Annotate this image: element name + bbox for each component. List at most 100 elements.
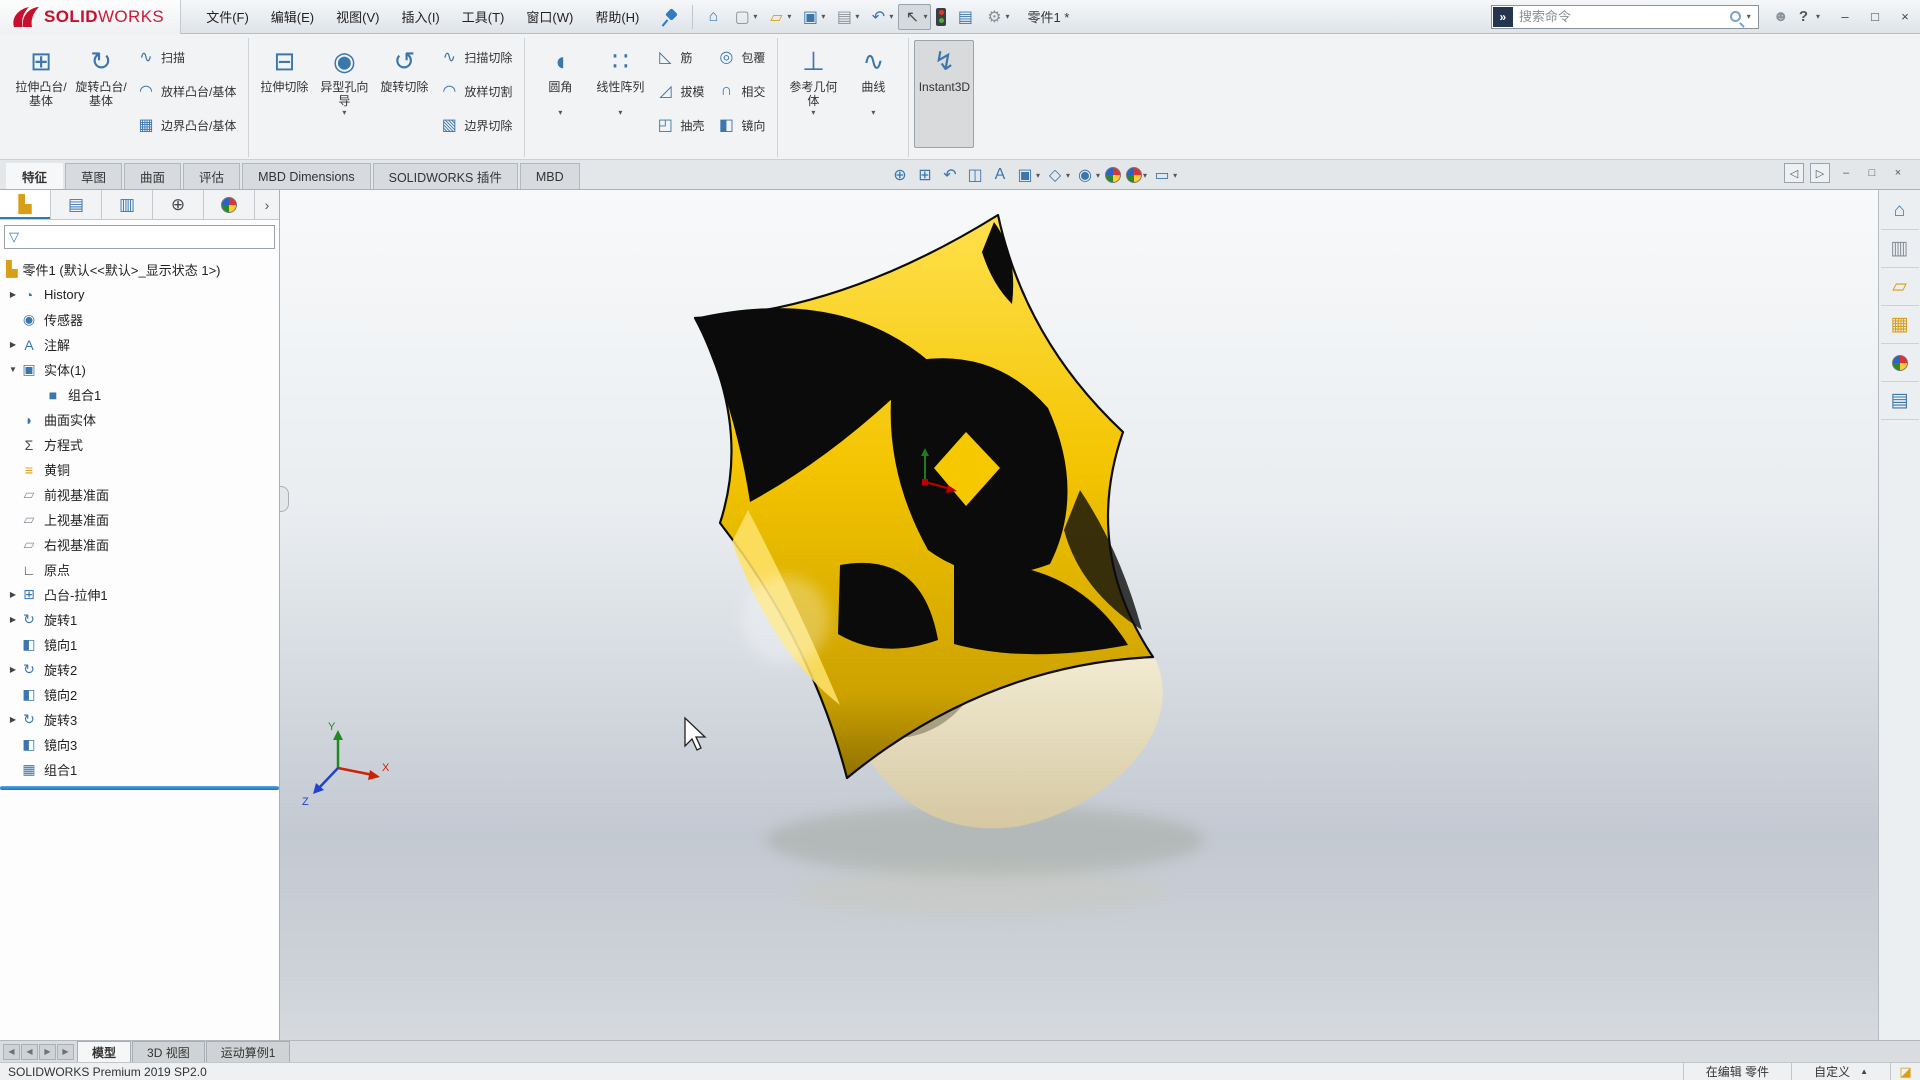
help-button[interactable]: ? xyxy=(1795,8,1812,25)
restore-button[interactable]: □ xyxy=(1860,4,1890,30)
curves-button[interactable]: ∿ 曲线 ▾ xyxy=(843,40,903,148)
hide-show-items-button[interactable]: ◉ ▾ xyxy=(1073,163,1102,187)
hole-wizard-button[interactable]: ◉ 异型孔向导 ▾ xyxy=(314,40,374,148)
file-explorer-tab[interactable]: ▱ xyxy=(1880,268,1919,306)
tab-surfaces[interactable]: 曲面 xyxy=(124,163,182,189)
panel-tabs-expand-button[interactable]: › xyxy=(255,190,279,219)
expand-arrow-icon[interactable]: ▶ xyxy=(6,665,20,674)
close-button[interactable]: × xyxy=(1890,4,1920,30)
tab-mbd-dimensions[interactable]: MBD Dimensions xyxy=(242,163,371,189)
print-button[interactable]: ▤ ▾ xyxy=(830,4,863,30)
intersect-button[interactable]: ∩ 相交 xyxy=(713,74,772,108)
zoom-to-fit-button[interactable]: ⊕ xyxy=(888,163,912,187)
combine1-body-item[interactable]: ■ 组合1 xyxy=(0,382,279,407)
units-selector[interactable]: 自定义 ▲ xyxy=(1791,1063,1890,1080)
previous-view-button[interactable]: ↶ xyxy=(938,163,962,187)
equations-item[interactable]: Σ 方程式 xyxy=(0,432,279,457)
open-button[interactable]: ▱ ▾ xyxy=(762,4,795,30)
home-button[interactable]: ⌂ xyxy=(699,4,727,30)
reference-geometry-button[interactable]: ⊥ 参考几何体 ▾ xyxy=(783,40,843,148)
appearances-tab[interactable] xyxy=(1880,344,1919,382)
draft-button[interactable]: ◿ 拔模 xyxy=(652,74,711,108)
revolve2-item[interactable]: ▶ ↻ 旋转2 xyxy=(0,657,279,682)
minimize-button[interactable]: – xyxy=(1830,4,1860,30)
menu-window[interactable]: 窗口(W) xyxy=(515,0,584,33)
new-document-button[interactable]: ▢ ▾ xyxy=(728,4,761,30)
instant3d-button[interactable]: ↯ Instant3D xyxy=(914,40,975,148)
command-search-box[interactable]: » ▾ xyxy=(1490,4,1759,29)
view-palette-tab[interactable]: ▦ xyxy=(1880,306,1919,344)
expand-arrow-icon[interactable]: ▶ xyxy=(6,290,20,299)
revolve1-item[interactable]: ▶ ↻ 旋转1 xyxy=(0,607,279,632)
menu-tools[interactable]: 工具(T) xyxy=(451,0,516,33)
tab-sketch[interactable]: 草图 xyxy=(65,163,123,189)
extruded-boss-base-button[interactable]: ⊞ 拉伸凸台/基体 xyxy=(11,40,71,148)
display-settings-button[interactable]: ▤ xyxy=(951,4,979,30)
extruded-cut-button[interactable]: ⊟ 拉伸切除 xyxy=(254,40,314,148)
scroll-prev-button[interactable]: ◀ xyxy=(21,1043,38,1060)
expand-arrow-icon[interactable]: ▶ xyxy=(6,615,20,624)
revolved-cut-button[interactable]: ↺ 旋转切除 xyxy=(374,40,434,148)
graphics-viewport[interactable]: Y X Z xyxy=(280,190,1878,1040)
menu-file[interactable]: 文件(F) xyxy=(195,0,260,33)
expand-arrow-icon[interactable]: ▶ xyxy=(6,715,20,724)
boss-extrude1-item[interactable]: ▶ ⊞ 凸台-拉伸1 xyxy=(0,582,279,607)
linear-pattern-button[interactable]: ∷ 线性阵列 ▾ xyxy=(590,40,650,148)
search-icon[interactable] xyxy=(1729,11,1741,22)
menu-help[interactable]: 帮助(H) xyxy=(584,0,650,33)
design-library-tab[interactable]: ▥ xyxy=(1880,230,1919,268)
annotation-views-button[interactable]: A xyxy=(988,163,1012,187)
help-caret-icon[interactable]: ▾ xyxy=(1816,12,1820,21)
pin-icon[interactable] xyxy=(658,7,678,27)
tab-solidworks-addins[interactable]: SOLIDWORKS 插件 xyxy=(372,163,518,189)
collapse-panel-right-button[interactable]: ▷ xyxy=(1810,163,1830,183)
swept-boss-base-button[interactable]: ∿ 扫描 xyxy=(133,40,243,74)
annotations-item[interactable]: ▶ A 注解 xyxy=(0,332,279,357)
doc-close-button[interactable]: × xyxy=(1888,163,1908,183)
solid-bodies-item[interactable]: ▼ ▣ 实体(1) xyxy=(0,357,279,382)
propertymanager-tab[interactable]: ▤ xyxy=(51,190,102,219)
origin-item[interactable]: ∟ 原点 xyxy=(0,557,279,582)
save-button[interactable]: ▣ ▾ xyxy=(796,4,829,30)
traffic-light-button[interactable] xyxy=(932,4,950,30)
mirror1-item[interactable]: ◧ 镜向1 xyxy=(0,632,279,657)
menu-view[interactable]: 视图(V) xyxy=(325,0,390,33)
menu-insert[interactable]: 插入(I) xyxy=(390,0,450,33)
display-style-button[interactable]: ◇ ▾ xyxy=(1043,163,1072,187)
section-view-button[interactable]: ◫ xyxy=(963,163,987,187)
panel-collapse-handle[interactable] xyxy=(280,486,289,512)
custom-properties-tab[interactable]: ▤ xyxy=(1880,382,1919,420)
search-caret-icon[interactable]: ▾ xyxy=(1747,12,1751,21)
tab-evaluate[interactable]: 评估 xyxy=(183,163,241,189)
tab-3d-views[interactable]: 3D 视图 xyxy=(132,1041,205,1062)
undo-button[interactable]: ↶ ▾ xyxy=(864,4,897,30)
user-account-icon[interactable]: ☻ xyxy=(1769,5,1793,29)
home-tab[interactable]: ⌂ xyxy=(1880,192,1919,230)
surface-bodies-item[interactable]: ◗ 曲面实体 xyxy=(0,407,279,432)
collapse-panel-left-button[interactable]: ◁ xyxy=(1784,163,1804,183)
scroll-next-button[interactable]: ▶ xyxy=(39,1043,56,1060)
options-button[interactable]: ⚙ ▾ xyxy=(980,4,1013,30)
rib-button[interactable]: ◺ 筋 xyxy=(652,40,711,74)
featuremanager-tab[interactable]: ▙ xyxy=(0,190,51,219)
expand-arrow-icon[interactable]: ▶ xyxy=(6,340,20,349)
boundary-cut-button[interactable]: ▧ 边界切除 xyxy=(436,108,519,142)
part-root-item[interactable]: ▙ 零件1 (默认<<默认>_显示状态 1>) xyxy=(0,256,279,282)
tree-filter-field[interactable]: ▽ xyxy=(4,225,275,249)
view-orientation-button[interactable]: ▣ ▾ xyxy=(1013,163,1042,187)
dimxpertmanager-tab[interactable]: ⊕ xyxy=(153,190,204,219)
tab-features[interactable]: 特征 xyxy=(6,163,64,189)
edit-appearance-button[interactable] xyxy=(1103,163,1123,187)
doc-restore-button[interactable]: □ xyxy=(1862,163,1882,183)
mirror3-item[interactable]: ◧ 镜向3 xyxy=(0,732,279,757)
sensors-item[interactable]: ◉ 传感器 xyxy=(0,307,279,332)
filter-input[interactable] xyxy=(23,230,270,244)
rollback-bar[interactable] xyxy=(0,786,279,790)
scroll-last-button[interactable]: ▶ xyxy=(57,1043,74,1060)
right-plane-item[interactable]: ▱ 右视基准面 xyxy=(0,532,279,557)
doc-minimize-button[interactable]: – xyxy=(1836,163,1856,183)
history-item[interactable]: ▶ ◔ History xyxy=(0,282,279,307)
lofted-boss-base-button[interactable]: ◠ 放样凸台/基体 xyxy=(133,74,243,108)
front-plane-item[interactable]: ▱ 前视基准面 xyxy=(0,482,279,507)
revolved-boss-base-button[interactable]: ↻ 旋转凸台/基体 xyxy=(71,40,131,148)
